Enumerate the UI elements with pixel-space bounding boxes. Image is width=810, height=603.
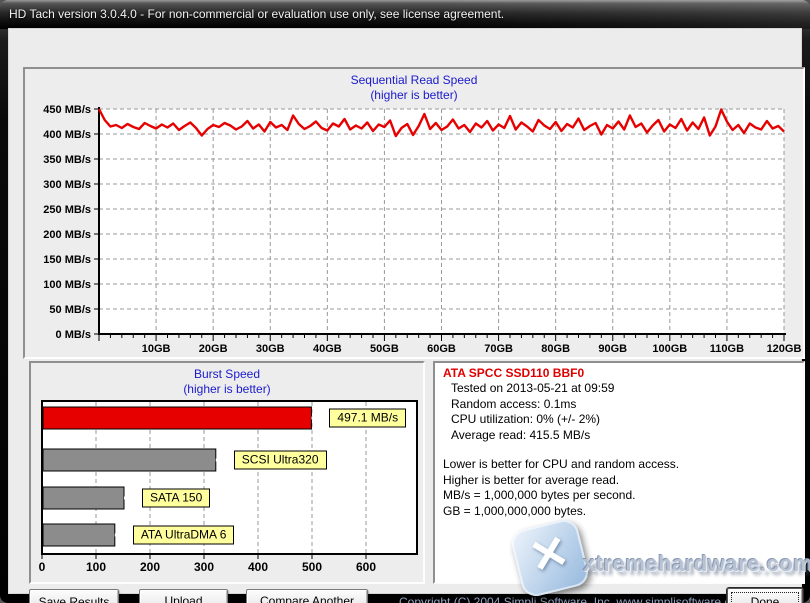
drive-name: ATA SPCC SSD110 BBF0 [443, 366, 585, 380]
bar-label: SATA 150 [142, 488, 211, 508]
bar-label: SCSI Ultra320 [233, 450, 327, 470]
client-area: Sequential Read Speed (higher is better)… [9, 29, 805, 603]
done-accel: D [750, 594, 760, 603]
svg-text:90GB: 90GB [598, 343, 627, 355]
svg-text:40GB: 40GB [313, 343, 342, 355]
upload-accel: U [164, 594, 174, 603]
compare-label: ompare Another Drive [268, 594, 355, 603]
svg-text:70GB: 70GB [484, 343, 513, 355]
svg-text:120GB: 120GB [767, 343, 802, 355]
info-note-lower: Lower is better for CPU and random acces… [443, 457, 680, 471]
svg-text:100 MB/s: 100 MB/s [43, 279, 91, 291]
burst-speed-panel: Burst Speed (higher is better) 0 100 200 30… [29, 361, 425, 584]
svg-text:400: 400 [248, 560, 268, 574]
svg-text:100: 100 [86, 560, 106, 574]
hdtach-window: HD Tach version 3.0.4.0 - For non-commer… [0, 0, 810, 603]
burst-speed-chart: 0 100 200 300 400 500 600 [39, 400, 418, 574]
svg-text:50 MB/s: 50 MB/s [49, 304, 91, 316]
drive-detail-cpu-utilization: CPU utilization: 0% (+/- 2%) [451, 412, 601, 426]
svg-text:400 MB/s: 400 MB/s [43, 129, 91, 141]
bar-label: 497.1 MB/s [329, 408, 407, 428]
save-accel: S [38, 594, 47, 603]
drive-detail-tested: Tested on 2013-05-21 at 09:59 [451, 381, 615, 395]
info-note-higher: Higher is better for average read. [443, 472, 620, 487]
svg-text:300: 300 [194, 560, 214, 574]
compare-another-drive-button[interactable]: Compare Another Drive [246, 589, 368, 603]
svg-text:600: 600 [356, 560, 376, 574]
bar-3 [42, 523, 116, 547]
save-results-button[interactable]: Save Results [29, 589, 119, 603]
svg-text:300 MB/s: 300 MB/s [43, 179, 91, 191]
svg-text:200 MB/s: 200 MB/s [43, 229, 91, 241]
drive-detail-random-access: Random access: 0.1ms [451, 396, 577, 411]
svg-text:0 MB/s: 0 MB/s [56, 329, 91, 341]
svg-text:0: 0 [39, 560, 46, 574]
save-label: ave Results [46, 594, 110, 603]
svg-text:20GB: 20GB [199, 343, 228, 355]
bar-1 [42, 448, 217, 472]
window-title: HD Tach version 3.0.4.0 - For non-commer… [9, 7, 505, 21]
svg-text:450 MB/s: 450 MB/s [43, 104, 91, 116]
bar-0 [42, 406, 312, 430]
info-note-gb: GB = 1,000,000,000 bytes. [443, 503, 587, 518]
svg-text:30GB: 30GB [256, 343, 285, 355]
title-bar[interactable]: HD Tach version 3.0.4.0 - For non-commer… [0, 0, 810, 29]
upload-results-button[interactable]: Upload Results [139, 589, 228, 603]
svg-text:110GB: 110GB [710, 343, 744, 355]
bar-2 [42, 486, 125, 510]
svg-text:350 MB/s: 350 MB/s [43, 154, 91, 166]
drive-info-panel: ATA SPCC SSD110 BBF0 Tested on 2013-05-2… [433, 361, 805, 584]
bar-label: ATA UltraDMA 6 [132, 525, 235, 545]
svg-text:50GB: 50GB [370, 343, 399, 355]
done-label: one [759, 594, 780, 603]
svg-text:80GB: 80GB [541, 343, 570, 355]
info-note-mbs: MB/s = 1,000,000 bytes per second. [443, 488, 636, 502]
done-button[interactable]: Done [727, 588, 803, 603]
compare-accel: C [259, 594, 269, 603]
svg-text:200: 200 [140, 560, 160, 574]
svg-text:60GB: 60GB [427, 343, 456, 355]
drive-detail-average-read: Average read: 415.5 MB/s [451, 427, 591, 442]
sequential-read-chart: 0 MB/s 50 MB/s 100 MB/s 150 MB/s 200 MB/s 250… [43, 104, 802, 355]
svg-text:10GB: 10GB [142, 343, 171, 355]
copyright-text: Copyright (C) 2004 Simpli Software, Inc.… [399, 595, 748, 603]
svg-text:150 MB/s: 150 MB/s [43, 254, 91, 266]
sequential-read-panel: Sequential Read Speed (higher is better)… [23, 67, 805, 359]
svg-text:500: 500 [302, 560, 322, 574]
svg-text:250 MB/s: 250 MB/s [43, 204, 91, 216]
svg-text:100GB: 100GB [652, 343, 687, 355]
